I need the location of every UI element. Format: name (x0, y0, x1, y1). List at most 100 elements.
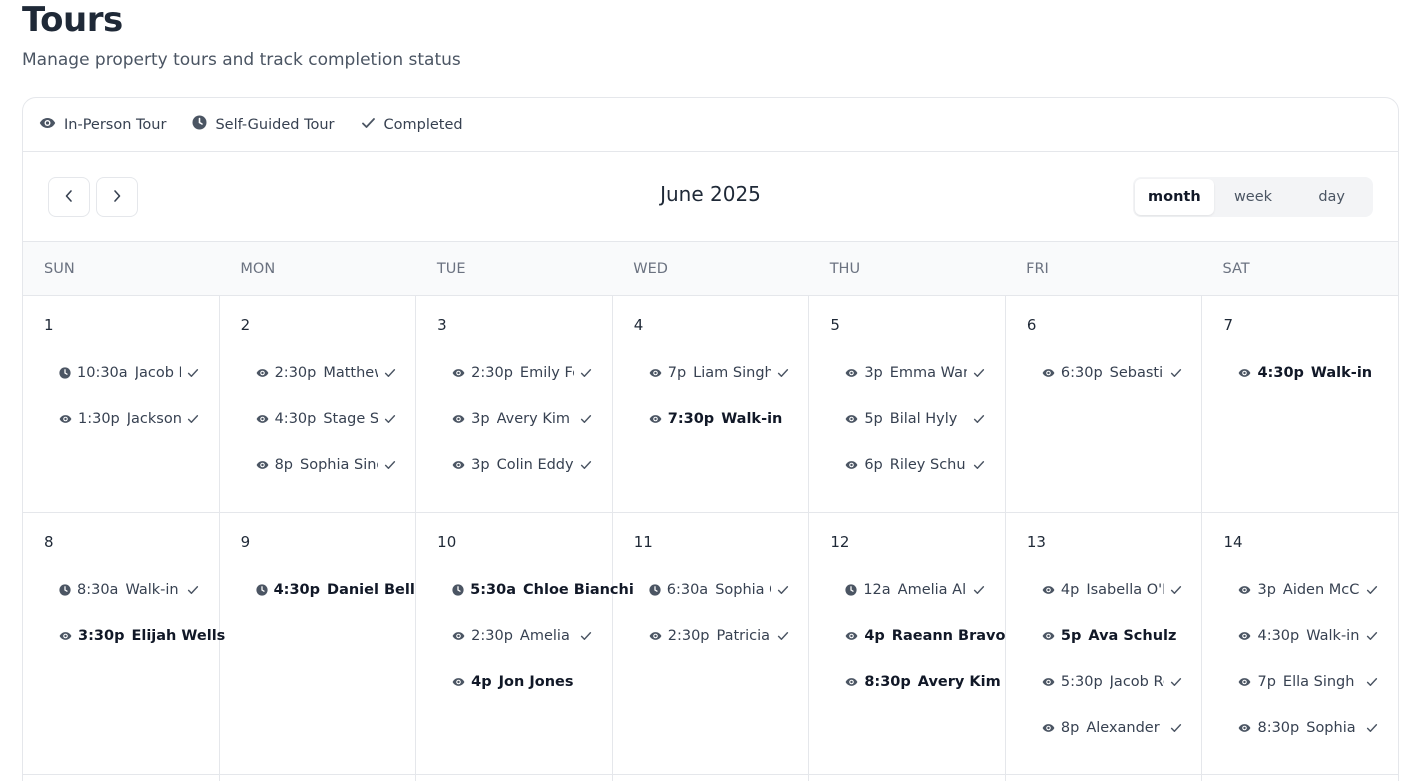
tour-event[interactable]: 6p Riley Schu (845, 454, 985, 476)
tour-event[interactable]: 3p Colin Eddy (452, 454, 592, 476)
tour-event[interactable]: 7p Ella Singh (1238, 671, 1378, 693)
day-cell[interactable]: 5 3p Emma Wang 5p Bilal Hyly 6p Riley Schu (809, 296, 1006, 512)
tour-event[interactable]: 5p Bilal Hyly (845, 408, 985, 430)
tour-event[interactable]: 7:30p Walk-in (649, 408, 783, 430)
tour-event[interactable]: 4:30p Daniel Bell (255, 579, 415, 601)
check-icon (777, 368, 789, 378)
day-cell[interactable] (1006, 775, 1203, 781)
event-time: 3p (471, 457, 490, 473)
day-number: 14 (1223, 533, 1243, 551)
tour-event[interactable]: 4p Jon Jones (452, 671, 574, 693)
check-icon (973, 368, 985, 378)
page-title: Tours (22, 0, 123, 40)
day-cell[interactable]: 6 6:30p Sebastian (1006, 296, 1203, 512)
day-cell[interactable]: 9 4:30p Daniel Bell (220, 513, 417, 774)
tour-event[interactable]: 4:30p Walk-in (1238, 362, 1372, 384)
tour-event[interactable]: 5p Ava Schulz (1042, 625, 1176, 647)
tour-event[interactable]: 8:30p Sophia Gr (1238, 717, 1378, 739)
eye-icon (845, 368, 858, 378)
tour-event[interactable]: 10:30a Jacob Ro (59, 362, 199, 384)
check-icon (580, 368, 592, 378)
tour-event[interactable]: 3p Avery Kim (452, 408, 592, 430)
day-number: 6 (1026, 316, 1037, 334)
day-cell[interactable] (416, 775, 613, 781)
event-name: Jacob Ro (134, 365, 181, 381)
tour-event[interactable]: 5:30p Jacob Ro (1042, 671, 1182, 693)
day-cell[interactable]: 14 3p Aiden McCoy 4:30p Walk-in 7p Ella Singh 8… (1202, 513, 1398, 774)
event-time: 3p (864, 365, 883, 381)
tour-event[interactable]: 8:30p Avery Kim (845, 671, 1001, 693)
tour-event[interactable]: 8p Sophia Singh (256, 454, 396, 476)
day-cell[interactable]: 10 5:30aChloe Bianchi 2:30p Amelia Ali 4p Jon… (416, 513, 634, 774)
tour-event[interactable]: 4p Raeann Bravo (845, 625, 1005, 647)
eye-icon (1238, 368, 1251, 378)
day-cell[interactable]: 4 7p Liam Singh 7:30p Walk-in (613, 296, 810, 512)
tour-event[interactable]: 3:30p Elijah Wells (59, 625, 225, 647)
event-time: 4p (864, 628, 885, 644)
tour-event[interactable]: 8p Alexander Ki (1042, 717, 1182, 739)
clock-icon (59, 584, 71, 596)
check-icon (580, 631, 592, 641)
tour-event[interactable]: 4:30p Stage Sui (256, 408, 396, 430)
tour-event[interactable]: 2:30p Emily Fos (452, 362, 592, 384)
weekday-label: THU (829, 260, 861, 277)
page-subtitle: Manage property tours and track completi… (22, 50, 461, 70)
legend-self-guided-label: Self-Guided Tour (215, 116, 335, 133)
day-number: 5 (830, 316, 840, 334)
tour-event[interactable]: 4:30p Walk-in (1238, 625, 1378, 647)
tour-event[interactable]: 3p Aiden McCoy (1238, 579, 1378, 601)
day-cell[interactable]: 12 12a Amelia Ali 4p Raeann Bravo 8:30p Avery … (809, 513, 1006, 774)
tour-event[interactable]: 2:30p Amelia Ali (452, 625, 592, 647)
calendar-toolbar: June 2025 month week day (23, 152, 1398, 242)
tour-event[interactable]: 6:30a Sophia Gr (649, 579, 789, 601)
event-name: Walk-in (721, 411, 783, 427)
weekday-label: TUE (436, 260, 466, 277)
event-time: 3:30p (78, 628, 125, 644)
day-number: 11 (633, 533, 653, 551)
tour-event[interactable]: 2:30p Patricia Lo (649, 625, 789, 647)
event-name: Sophia Gr (715, 582, 771, 598)
tour-event[interactable]: 12a Amelia Ali (845, 579, 985, 601)
day-cell[interactable] (23, 775, 220, 781)
day-cell[interactable]: 2 2:30p Matthew B 4:30p Stage Sui 8p Sophia Si… (220, 296, 417, 512)
check-icon (1170, 368, 1182, 378)
check-icon (384, 414, 396, 424)
event-time: 4:30p (1257, 628, 1300, 644)
eye-icon (452, 631, 465, 641)
tour-event[interactable]: 8:30a Walk-in (59, 579, 199, 601)
day-cell[interactable] (613, 775, 810, 781)
tour-event[interactable]: 2:30p Matthew B (256, 362, 396, 384)
day-cell[interactable] (220, 775, 417, 781)
tour-event[interactable]: 1:30p Jackson Le (59, 408, 199, 430)
event-name: Elijah Wells (131, 628, 226, 644)
view-month-button[interactable]: month (1135, 179, 1214, 215)
tour-event[interactable]: 4p Isabella O'Ne (1042, 579, 1182, 601)
day-number: 3 (437, 316, 447, 334)
eye-icon (649, 631, 662, 641)
check-icon (1170, 677, 1182, 687)
eye-icon (256, 460, 269, 470)
tour-event[interactable]: 7p Liam Singh (649, 362, 789, 384)
weekday-label: MON (240, 260, 276, 277)
tour-event[interactable]: 3p Emma Wang (845, 362, 985, 384)
check-icon (580, 460, 592, 470)
tour-event[interactable]: 5:30a Chloe Bianchi (452, 579, 634, 601)
tour-event[interactable]: 6:30p Sebastian (1042, 362, 1182, 384)
day-cell[interactable]: 1 10:30a Jacob Ro 1:30p Jackson Le (23, 296, 220, 512)
view-day-button[interactable]: day (1292, 179, 1371, 215)
eye-icon (1042, 631, 1055, 641)
event-name: Walk-in (125, 582, 179, 598)
day-cell[interactable]: 3 2:30p Emily Fos 3p Avery Kim 3p Colin Eddy (416, 296, 613, 512)
day-cell[interactable] (809, 775, 1006, 781)
eye-icon (1238, 585, 1251, 595)
day-cell[interactable] (1202, 775, 1398, 781)
day-cell[interactable]: 8 8:30a Walk-in 3:30p Elijah Wells (23, 513, 225, 774)
day-cell[interactable]: 7 4:30p Walk-in (1202, 296, 1398, 512)
legend-completed-label: Completed (383, 116, 463, 133)
day-cell[interactable]: 11 6:30a Sophia Gr 2:30p Patricia Lo (613, 513, 810, 774)
event-name: Matthew B (323, 365, 377, 381)
view-week-button[interactable]: week (1214, 179, 1293, 215)
check-icon (384, 368, 396, 378)
day-cell[interactable]: 13 4p Isabella O'Ne 5p Ava Schulz 5:30p Jacob … (1006, 513, 1203, 774)
event-name: Bilal Hyly (889, 411, 958, 427)
